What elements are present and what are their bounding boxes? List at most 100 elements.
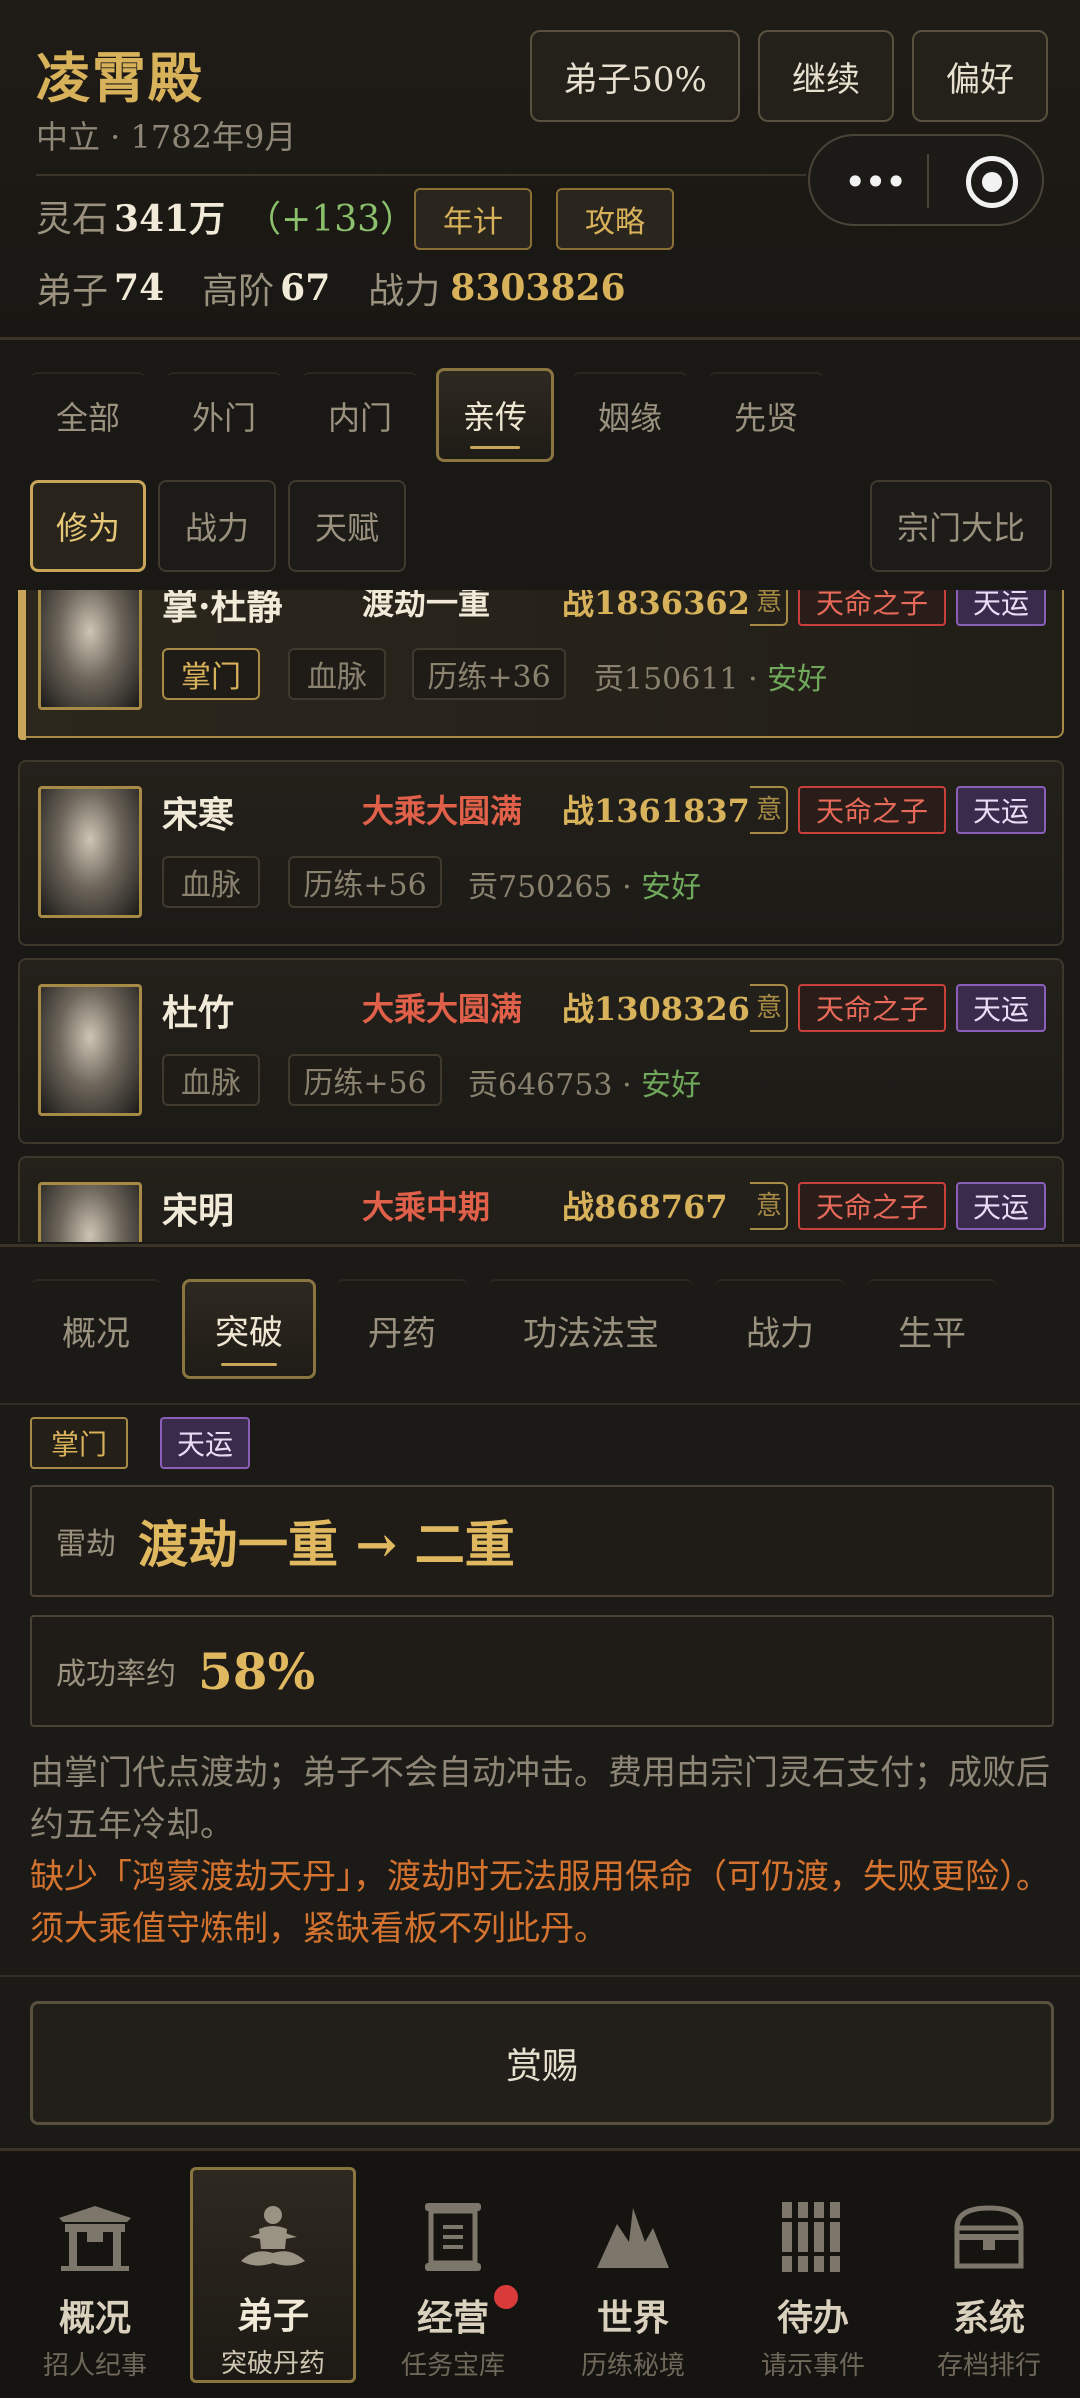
sect-subtitle: 中立 · 1782年9月	[36, 118, 297, 156]
disciple-realm: 大乘中期	[362, 1188, 491, 1226]
nav-sublabel: 存档排行	[936, 2351, 1041, 2381]
gate-icon	[57, 2195, 133, 2279]
luck-badge: 天运	[956, 590, 1046, 626]
sect-contest-button[interactable]: 宗门大比	[870, 480, 1052, 572]
success-rate-box: 成功率约 58%	[30, 1615, 1054, 1727]
tab-inner[interactable]: 内门	[302, 372, 418, 458]
tab-breakthrough[interactable]: 突破	[182, 1279, 316, 1379]
miniprogram-capsule: •••	[808, 134, 1044, 226]
disciple-status: 安好	[641, 1068, 702, 1103]
fate-badge: 天命之子	[798, 984, 946, 1032]
disciple-card[interactable]: 杜竹 大乘大圆满 战1308326 意 天命之子 天运 血脉 历练+56 贡64…	[18, 958, 1064, 1144]
year-plan-button[interactable]: 年计	[414, 188, 532, 250]
chest-icon	[951, 2195, 1027, 2279]
bloodline-tag: 血脉	[162, 856, 260, 908]
disciple-realm: 渡劫一重	[362, 590, 491, 622]
tab-outer[interactable]: 外门	[166, 372, 282, 458]
trait-tag: 意	[750, 984, 788, 1032]
leader-badge: 掌门	[30, 1417, 128, 1469]
bamboo-slips-icon	[778, 2195, 848, 2279]
spirit-stone-label: 灵石	[36, 199, 109, 240]
continue-button[interactable]: 继续	[758, 30, 894, 122]
nav-label: 弟子	[236, 2295, 309, 2337]
tab-overview[interactable]: 概况	[30, 1279, 162, 1379]
spirit-stone-delta: （+133）	[245, 199, 417, 240]
disciple-contribution: 贡646753 · 安好	[468, 1068, 702, 1103]
reward-divider	[0, 1975, 1080, 1977]
contribution-value: 贡150611	[594, 662, 739, 697]
bottom-navigation: 概况 招人纪事 弟子 突破丹药 经营 任务宝库 世界 历练秘境 待办 请示事件 …	[0, 2148, 1080, 2398]
tab-ancestors[interactable]: 先贤	[708, 372, 824, 458]
luck-badge: 天运	[956, 786, 1046, 834]
disciple-status: 安好	[767, 662, 828, 697]
bloodline-tag: 血脉	[288, 648, 386, 700]
nav-overview[interactable]: 概况 招人纪事	[12, 2167, 178, 2383]
missing-pill-warning: 缺少「鸿蒙渡劫天丹」，渡劫时无法服用保命（可仍渡，失败更险）。须大乘值守炼制，紧…	[30, 1857, 1050, 1949]
contribution-value: 贡646753	[468, 1068, 613, 1103]
nav-management[interactable]: 经营 任务宝库	[370, 2167, 536, 2383]
nav-todo[interactable]: 待办 请示事件	[730, 2167, 896, 2383]
disciple-portrait	[38, 1182, 142, 1242]
success-rate-value: 58%	[198, 1641, 316, 1701]
disciple-card[interactable]: 宋明 大乘中期 战868767 意 天命之子 天运	[18, 1156, 1064, 1242]
nav-sublabel: 招人纪事	[42, 2351, 147, 2381]
trait-tag: 意	[750, 786, 788, 834]
disciple-name: 宋寒	[162, 794, 235, 836]
disciple-power: 战868767	[562, 1188, 728, 1226]
tab-marriage[interactable]: 姻缘	[572, 372, 688, 458]
trait-tag: 意	[750, 1182, 788, 1230]
disciple-name: 杜竹	[162, 992, 235, 1034]
training-tag: 历练+56	[288, 1054, 442, 1106]
disciple-portrait	[38, 984, 142, 1116]
tribulation-box: 雷劫 渡劫一重 → 二重	[30, 1485, 1054, 1597]
disciple-count-label: 弟子	[36, 271, 109, 312]
training-tag: 历练+56	[288, 856, 442, 908]
tab-all[interactable]: 全部	[30, 372, 146, 458]
nav-system[interactable]: 系统 存档排行	[906, 2167, 1072, 2383]
disciple-card[interactable]: 掌·杜静 渡劫一重 战1836362 意 天命之子 天运 掌门 血脉 历练+36…	[18, 590, 1064, 740]
disciple-card[interactable]: 宋寒 大乘大圆满 战1361837 意 天命之子 天运 血脉 历练+56 贡75…	[18, 760, 1064, 946]
nav-disciples[interactable]: 弟子 突破丹药	[190, 2167, 356, 2383]
nav-world[interactable]: 世界 历练秘境	[550, 2167, 716, 2383]
disciple-power: 战1361837	[562, 792, 750, 830]
spirit-stone-row: 灵石 341万 （+133）	[36, 190, 416, 242]
disciple-status: 安好	[641, 870, 702, 905]
preferences-button[interactable]: 偏好	[912, 30, 1048, 122]
high-rank-label: 高阶	[202, 271, 275, 312]
reward-button[interactable]: 赏赐	[30, 2001, 1054, 2125]
high-rank-value: 67	[280, 267, 331, 309]
tab-combat[interactable]: 战力	[714, 1279, 846, 1379]
tab-pills[interactable]: 丹药	[336, 1279, 468, 1379]
luck-badge: 天运	[956, 1182, 1046, 1230]
nav-label: 待办	[776, 2297, 849, 2339]
nav-sublabel: 任务宝库	[400, 2351, 505, 2381]
sort-power-button[interactable]: 战力	[158, 480, 276, 572]
nav-label: 经营	[416, 2297, 489, 2339]
close-target-icon[interactable]	[966, 156, 1018, 208]
tab-biography[interactable]: 生平	[866, 1279, 998, 1379]
nav-label: 概况	[58, 2297, 131, 2339]
more-icon[interactable]: •••	[844, 160, 907, 204]
sort-talent-button[interactable]: 天赋	[288, 480, 406, 572]
capsule-divider	[927, 154, 929, 208]
breakthrough-panel: 概况 突破 丹药 功法法宝 战力 生平 掌门 天运 雷劫 渡劫一重 → 二重 成…	[0, 1244, 1080, 2148]
nav-label: 系统	[952, 2297, 1025, 2339]
disciples-percent-button[interactable]: 弟子50%	[530, 30, 740, 122]
nav-sublabel: 历练秘境	[580, 2351, 685, 2381]
disciple-name: 掌·杜静	[162, 590, 283, 628]
power-value: 8303826	[450, 267, 626, 309]
fate-badge: 天命之子	[798, 590, 946, 626]
tab-direct[interactable]: 亲传	[436, 368, 554, 462]
disciple-list[interactable]: 掌·杜静 渡劫一重 战1836362 意 天命之子 天运 掌门 血脉 历练+36…	[0, 590, 1080, 1242]
tribulation-value: 渡劫一重 → 二重	[138, 1515, 515, 1574]
notification-dot	[494, 2285, 518, 2309]
tab-techniques[interactable]: 功法法宝	[488, 1279, 694, 1379]
guide-button[interactable]: 攻略	[556, 188, 674, 250]
disciple-name: 宋明	[162, 1190, 235, 1232]
meditation-icon	[235, 2198, 311, 2277]
sect-name: 凌霄殿	[36, 46, 204, 110]
disciple-contribution: 贡750265 · 安好	[468, 870, 702, 905]
disciple-contribution: 贡150611 · 安好	[594, 662, 828, 697]
disciple-power: 战1308326	[562, 990, 750, 1028]
sort-cultivation-button[interactable]: 修为	[30, 480, 146, 572]
